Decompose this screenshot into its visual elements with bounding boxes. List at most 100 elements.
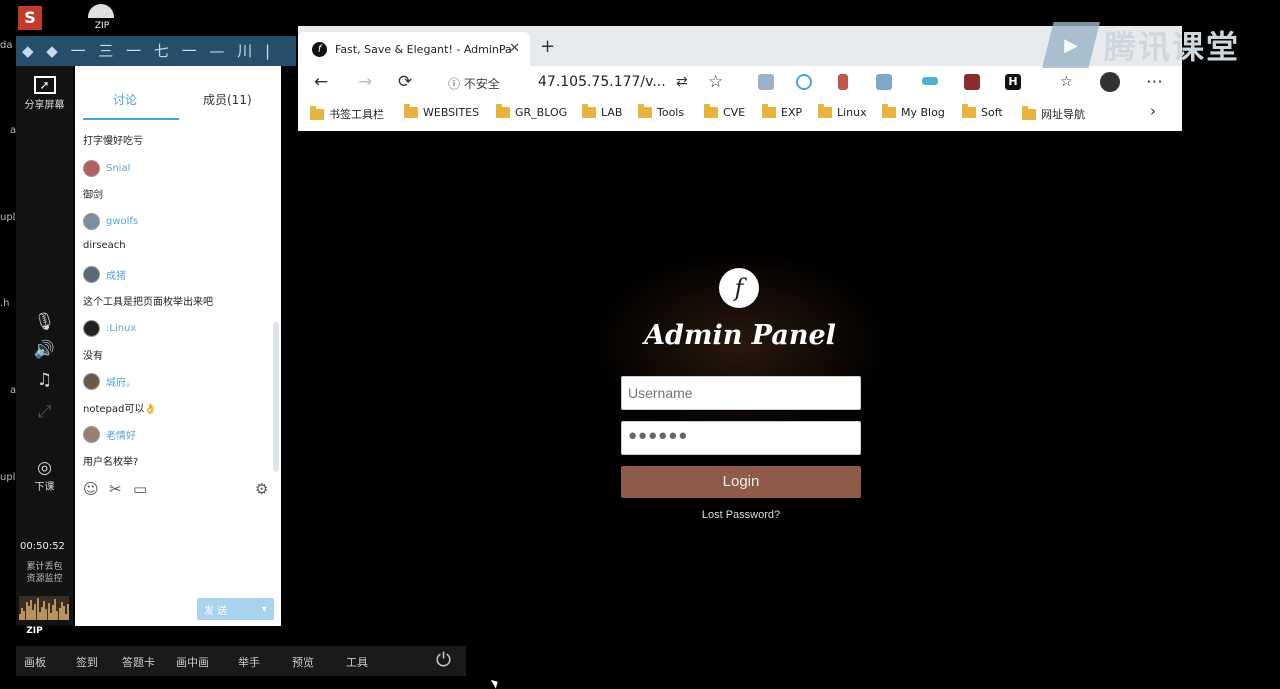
chat-tabs: 讨论 成员(11): [75, 66, 281, 118]
avatar[interactable]: [83, 213, 100, 230]
bookmark-folder[interactable]: LAB: [582, 104, 622, 119]
settings-icon[interactable]: ⚙: [255, 480, 268, 498]
avatar[interactable]: [83, 266, 100, 283]
bookmarks-bar: 书签工具栏 WEBSITES GR_BLOG LAB Tools CVE EXP Linux M…: [298, 100, 1182, 128]
profile-avatar[interactable]: [1100, 72, 1120, 92]
mic-button[interactable]: 🎙: [16, 312, 73, 332]
collections-icon[interactable]: ☆: [1060, 74, 1076, 90]
bookmark-folder[interactable]: EXP: [762, 104, 802, 119]
folder-icon: [582, 104, 596, 118]
message-text: dirseach: [83, 240, 126, 251]
tab-title: Fast, Save & Elegant! - AdminPa: [335, 42, 512, 56]
site-favicon-icon: f: [312, 41, 327, 57]
fullscreen-button[interactable]: ⤢: [16, 402, 73, 422]
username-input[interactable]: [621, 376, 861, 410]
desktop-app-icon[interactable]: S: [18, 6, 42, 30]
password-input[interactable]: ●●●●●●: [621, 421, 861, 455]
security-warning[interactable]: ⓘ 不安全: [448, 75, 500, 92]
message-author[interactable]: 成猪: [106, 267, 126, 282]
end-class-label: 下课: [34, 482, 55, 493]
tools-button[interactable]: 工具: [346, 654, 368, 670]
scissors-icon[interactable]: ✂: [109, 480, 122, 498]
image-icon[interactable]: ▭: [133, 480, 147, 498]
new-tab-button[interactable]: +: [540, 36, 555, 57]
bookmark-folder[interactable]: 书签工具栏: [310, 105, 384, 122]
chat-scrollbar[interactable]: [273, 322, 279, 472]
bookmark-label: 网址导航: [1041, 108, 1085, 121]
bookmark-folder[interactable]: WEBSITES: [404, 104, 479, 119]
avatar[interactable]: [83, 160, 100, 177]
bookmark-label: Linux: [837, 106, 867, 119]
avatar[interactable]: [83, 320, 100, 337]
folder-icon: [882, 104, 896, 118]
bookmark-folder[interactable]: 网址导航: [1022, 105, 1085, 122]
extension-icon-7[interactable]: H: [1005, 74, 1021, 90]
message-author[interactable]: gwolfs: [106, 216, 138, 227]
end-class-icon: ◎: [37, 458, 52, 478]
extension-icon-5[interactable]: [922, 77, 938, 85]
lost-password-link[interactable]: Lost Password?: [621, 509, 861, 521]
raise-hand-button[interactable]: 举手: [238, 654, 260, 670]
bookmark-folder[interactable]: Linux: [818, 104, 867, 119]
bookmark-folder[interactable]: Tools: [638, 104, 684, 119]
resource-monitor-label[interactable]: 资源监控: [16, 571, 73, 584]
power-icon[interactable]: ⏻: [436, 649, 451, 671]
zip-label: ZIP: [94, 21, 110, 31]
sign-in-button[interactable]: 签到: [76, 654, 98, 670]
message-author[interactable]: Snial: [106, 163, 130, 174]
zip-label-bottom: ZIP: [26, 626, 43, 636]
message-header: 老情好: [83, 426, 136, 443]
bookmark-folder[interactable]: CVE: [704, 104, 746, 119]
favorite-star-icon[interactable]: ☆: [708, 72, 723, 92]
extension-icon-6[interactable]: [964, 74, 980, 90]
fullscreen-icon: ⤢: [37, 402, 52, 422]
message-author[interactable]: 老情好: [106, 427, 136, 442]
avatar[interactable]: [83, 373, 100, 390]
bookmark-label: CVE: [723, 106, 746, 119]
address-bar[interactable]: 47.105.75.177/v...: [538, 74, 666, 90]
chat-tools: ☺ ✂ ▭ ⚙: [83, 480, 273, 500]
browser-tab[interactable]: f Fast, Save & Elegant! - AdminPa ✕: [298, 32, 530, 66]
classroom-bottom-bar: 画板 签到 答题卡 画中画 举手 预览 工具 ⏻: [16, 646, 466, 676]
meter-bar: [67, 604, 69, 620]
message-text: 用户名枚举?: [83, 457, 139, 468]
login-button[interactable]: Login: [621, 466, 861, 498]
extension-icon-2[interactable]: [796, 74, 812, 90]
answer-card-button[interactable]: 答题卡: [122, 654, 155, 670]
close-tab-icon[interactable]: ✕: [509, 41, 520, 56]
speaker-button[interactable]: 🔊: [16, 340, 73, 360]
back-icon[interactable]: ←: [314, 72, 328, 92]
send-label: 发 送: [204, 605, 228, 617]
forward-icon[interactable]: →: [358, 72, 372, 92]
send-button[interactable]: 发 送 ▾: [197, 598, 274, 620]
bookmark-folder[interactable]: My Blog: [882, 104, 945, 119]
reload-icon[interactable]: ⟳: [398, 72, 412, 92]
folder-icon: [638, 104, 652, 118]
music-button[interactable]: ♫: [16, 370, 73, 390]
extension-icon-4[interactable]: [876, 74, 892, 90]
zip-desktop-icon[interactable]: ZIP: [88, 4, 116, 31]
preview-button[interactable]: 预览: [292, 654, 314, 670]
avatar[interactable]: [83, 426, 100, 443]
whiteboard-button[interactable]: 画板: [24, 654, 46, 670]
send-options-icon[interactable]: ▾: [262, 604, 267, 615]
end-class-button[interactable]: ◎ 下课: [16, 458, 73, 493]
bookmarks-more-icon[interactable]: ›: [1150, 102, 1156, 120]
share-screen-button[interactable]: ➚ 分享屏幕: [16, 76, 73, 111]
extension-icon-3[interactable]: [838, 74, 848, 90]
emoji-icon[interactable]: ☺: [83, 480, 99, 498]
menu-icon[interactable]: ⋯: [1146, 72, 1163, 92]
tab-members[interactable]: 成员(11): [203, 91, 252, 108]
message-list[interactable]: 打字慢好吃亏 Snial 御剑 gwolfs dirseach 成猪 这个工具是…: [75, 118, 275, 478]
bookmark-folder[interactable]: Soft: [962, 104, 1003, 119]
message-text: 这个工具是把页面枚举出来吧: [83, 297, 213, 308]
tab-discuss[interactable]: 讨论: [113, 91, 137, 108]
bookmark-label: My Blog: [901, 106, 945, 119]
translate-icon[interactable]: ⇄: [676, 74, 688, 90]
bookmark-folder[interactable]: GR_BLOG: [496, 104, 567, 119]
message-author[interactable]: 城府。: [106, 374, 136, 389]
message-header: :Linux: [83, 320, 136, 337]
extension-icon-1[interactable]: [758, 74, 774, 90]
message-author[interactable]: :Linux: [106, 323, 136, 334]
picture-in-picture-button[interactable]: 画中画: [176, 654, 209, 670]
